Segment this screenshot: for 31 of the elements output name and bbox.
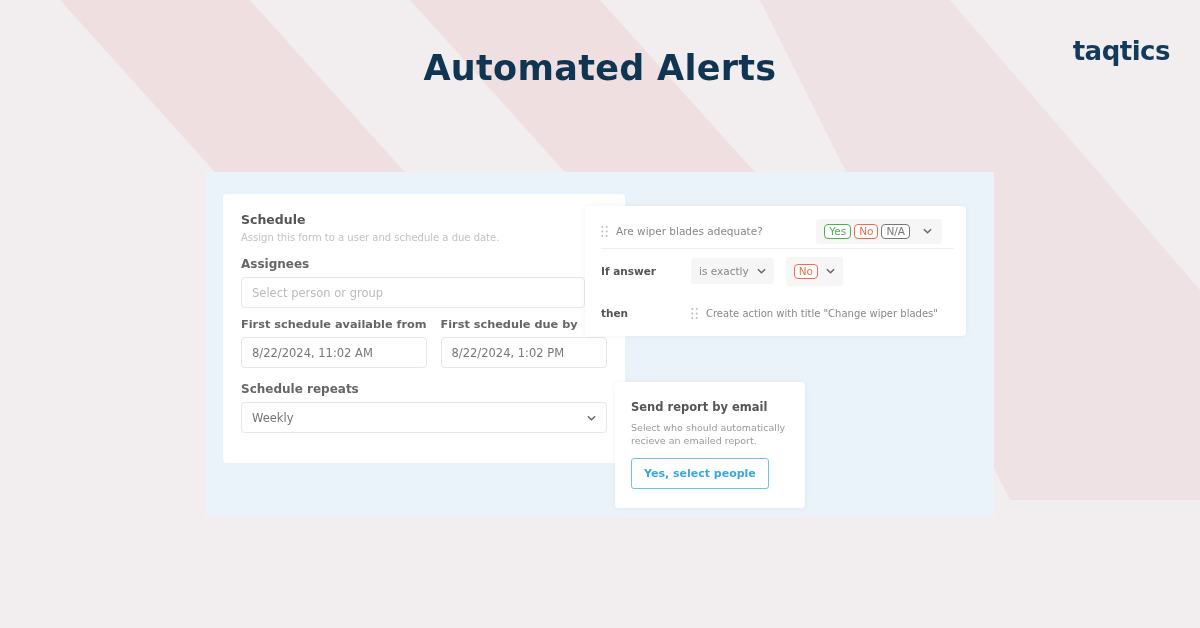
response-selector[interactable]: Yes No N/A	[816, 218, 942, 244]
operator-dropdown[interactable]: is exactly	[691, 258, 774, 284]
field-label: Schedule repeats	[241, 382, 360, 396]
card-description: Select who should automatically recieve an emailed report.	[631, 421, 787, 447]
page-title: Automated Alerts	[423, 47, 777, 90]
card-title: Send report by email	[631, 400, 769, 414]
chevron-down-icon	[923, 228, 932, 234]
condition-label: If answer	[601, 265, 657, 277]
chevron-down-icon	[587, 414, 596, 421]
question-text: Are wiper blades adequate?	[616, 225, 764, 237]
answer-dropdown[interactable]: No	[785, 256, 843, 286]
field-label: First schedule due by	[440, 318, 579, 331]
dropdown[interactable]: Weekly	[241, 402, 607, 433]
date-field[interactable]: 8/22/2024, 1:02 PM	[440, 337, 607, 368]
action-text: Create action with title "Change wiper blades"	[706, 307, 938, 319]
response-tag: N/A	[881, 223, 910, 239]
select-people-button[interactable]: Yes, select people	[631, 458, 769, 489]
response-tag: No	[854, 223, 879, 239]
card-title: Schedule	[241, 212, 307, 227]
chevron-down-icon	[756, 268, 766, 274]
drag-handle-icon[interactable]	[601, 225, 608, 237]
date-field[interactable]: 8/22/2024, 11:02 AM	[241, 337, 427, 368]
field-label: First schedule available from	[241, 318, 427, 331]
chevron-down-icon	[825, 268, 835, 274]
answer-tag: No	[793, 263, 818, 279]
response-tag: Yes	[824, 223, 852, 239]
drag-handle-icon[interactable]	[691, 307, 698, 319]
input-field[interactable]: Select person or group	[241, 277, 585, 308]
card-subtitle: Assign this form to a user and schedule a due date.	[241, 232, 501, 243]
logo: taqtics	[1072, 36, 1170, 66]
then-label: then	[601, 307, 630, 319]
